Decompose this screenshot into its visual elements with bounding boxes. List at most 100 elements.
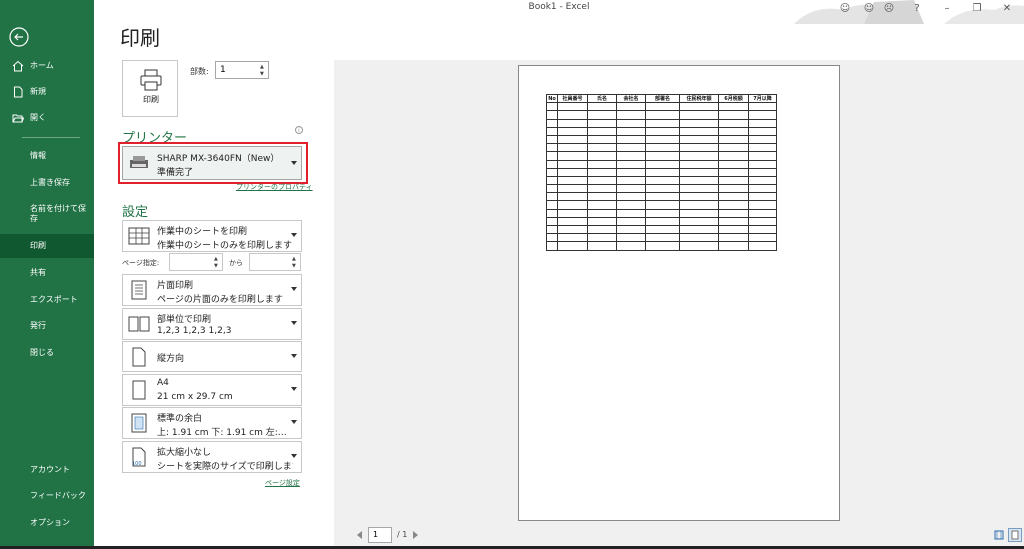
table-cell	[587, 143, 617, 153]
table-cell	[718, 192, 749, 202]
sidebar-item-save-as[interactable]: 名前を付けて保存	[0, 204, 94, 228]
info-icon[interactable]: i	[295, 126, 303, 134]
sides-dropdown[interactable]: 片面印刷 ページの片面のみを印刷します	[122, 274, 302, 306]
table-cell	[557, 233, 588, 243]
sidebar-item-open[interactable]: 開く	[0, 106, 94, 130]
back-arrow-icon[interactable]	[8, 26, 30, 48]
table-cell	[616, 241, 646, 251]
table-cell	[718, 159, 749, 169]
sidebar-item-label: 発行	[30, 321, 46, 330]
table-cell	[616, 151, 646, 161]
previous-page-icon[interactable]	[357, 531, 362, 539]
smile-icon[interactable]: ☺	[862, 2, 876, 16]
table-cell	[587, 200, 617, 210]
print-button[interactable]: 印刷	[122, 60, 178, 117]
frown-icon[interactable]: ☹	[882, 2, 896, 16]
spin-down-icon[interactable]: ▼	[260, 71, 266, 77]
sidebar-item-new[interactable]: 新規	[0, 80, 94, 104]
table-cell	[557, 224, 588, 235]
user-icon[interactable]: ☺	[838, 2, 852, 16]
table-cell	[748, 200, 777, 210]
close-icon[interactable]: ✕	[1000, 2, 1014, 16]
table-cell	[557, 192, 588, 202]
help-icon[interactable]: ?	[910, 2, 924, 16]
column-header: 社員番号	[557, 93, 588, 104]
sidebar-item-share[interactable]: 共有	[0, 261, 94, 285]
table-cell	[645, 167, 680, 177]
column-header: 氏名	[587, 93, 617, 104]
table-cell	[546, 118, 558, 128]
table-cell	[557, 159, 588, 169]
spin-up-icon[interactable]: ▲	[292, 256, 298, 262]
sidebar-divider	[22, 137, 80, 138]
scaling-dropdown[interactable]: 100 拡大縮小なし シートを実際のサイズで印刷します	[122, 441, 302, 473]
sidebar-item-account[interactable]: アカウント	[0, 458, 94, 482]
table-cell	[587, 233, 617, 243]
table-cell	[616, 192, 646, 202]
table-cell	[616, 134, 646, 145]
print-settings-panel: 印刷 印刷 部数: 1 ▲ ▼ プリンター i SHARP MX-3640FN（…	[94, 0, 334, 549]
table-cell	[645, 216, 680, 227]
table-cell	[679, 159, 719, 169]
pages-from-input[interactable]: ▲ ▼	[169, 253, 223, 271]
sidebar-item-info[interactable]: 情報	[0, 144, 94, 168]
collate-title: 部単位で印刷	[157, 315, 212, 325]
spin-down-icon[interactable]: ▼	[214, 263, 220, 269]
show-margins-icon[interactable]	[994, 530, 1004, 540]
table-cell	[679, 118, 719, 128]
sidebar-item-label: エクスポート	[30, 295, 78, 304]
table-cell	[587, 134, 617, 145]
sidebar-item-print[interactable]: 印刷	[0, 234, 94, 258]
table-cell	[616, 200, 646, 210]
table-cell	[587, 118, 617, 128]
table-cell	[645, 110, 680, 120]
page-number-input[interactable]: 1	[368, 527, 392, 543]
sidebar-item-feedback[interactable]: フィードバック	[0, 484, 94, 508]
table-cell	[679, 192, 719, 202]
sidebar-item-close[interactable]: 閉じる	[0, 341, 94, 365]
paper-size-dropdown[interactable]: A4 21 cm x 29.7 cm	[122, 374, 302, 406]
sidebar-item-save[interactable]: 上書き保存	[0, 171, 94, 195]
page-setup-link[interactable]: ページ設定	[265, 478, 300, 488]
zoom-to-page-icon[interactable]	[1008, 528, 1022, 542]
sidebar-item-home[interactable]: ホーム	[0, 54, 94, 78]
minimize-icon[interactable]: –	[940, 2, 954, 16]
collate-dropdown[interactable]: 部単位で印刷 1,2,3 1,2,3 1,2,3	[122, 308, 302, 340]
margins-dropdown[interactable]: 標準の余白 上: 1.91 cm 下: 1.91 cm 左:…	[122, 407, 302, 439]
sidebar-item-export[interactable]: エクスポート	[0, 288, 94, 312]
table-cell	[748, 224, 777, 235]
table-row	[546, 143, 777, 153]
restore-icon[interactable]: ❐	[970, 2, 984, 16]
spin-up-icon[interactable]: ▲	[214, 256, 220, 262]
sides-desc: ページの片面のみを印刷します	[157, 295, 283, 305]
next-page-icon[interactable]	[413, 531, 418, 539]
table-cell	[546, 200, 558, 210]
pages-to-input[interactable]: ▲ ▼	[249, 253, 301, 271]
chevron-down-icon	[291, 454, 297, 458]
orientation-dropdown[interactable]: 縦方向	[122, 341, 302, 372]
printer-properties-link[interactable]: プリンターのプロパティ	[236, 182, 313, 192]
page-title: 印刷	[120, 26, 160, 50]
sidebar-item-label: 上書き保存	[30, 178, 70, 187]
spin-up-icon[interactable]: ▲	[260, 64, 266, 70]
table-row	[546, 134, 777, 145]
table-cell	[645, 143, 680, 153]
sidebar-item-label: 共有	[30, 268, 46, 277]
copies-stepper[interactable]: 1 ▲ ▼	[215, 61, 269, 79]
table-cell	[645, 175, 680, 186]
table-cell	[557, 200, 588, 210]
scaling-icon: 100	[132, 447, 146, 467]
table-cell	[679, 110, 719, 120]
table-cell	[645, 151, 680, 161]
table-row	[546, 110, 777, 120]
sidebar-item-options[interactable]: オプション	[0, 511, 94, 535]
copies-label: 部数:	[190, 67, 209, 76]
page-number-value: 1	[373, 530, 379, 539]
table-cell	[679, 241, 719, 251]
table-cell	[718, 208, 749, 218]
spin-down-icon[interactable]: ▼	[292, 263, 298, 269]
sidebar-item-publish[interactable]: 発行	[0, 314, 94, 338]
table-cell	[645, 208, 680, 218]
print-scope-dropdown[interactable]: 作業中のシートを印刷 作業中のシートのみを印刷します	[122, 220, 302, 252]
table-row	[546, 184, 777, 194]
